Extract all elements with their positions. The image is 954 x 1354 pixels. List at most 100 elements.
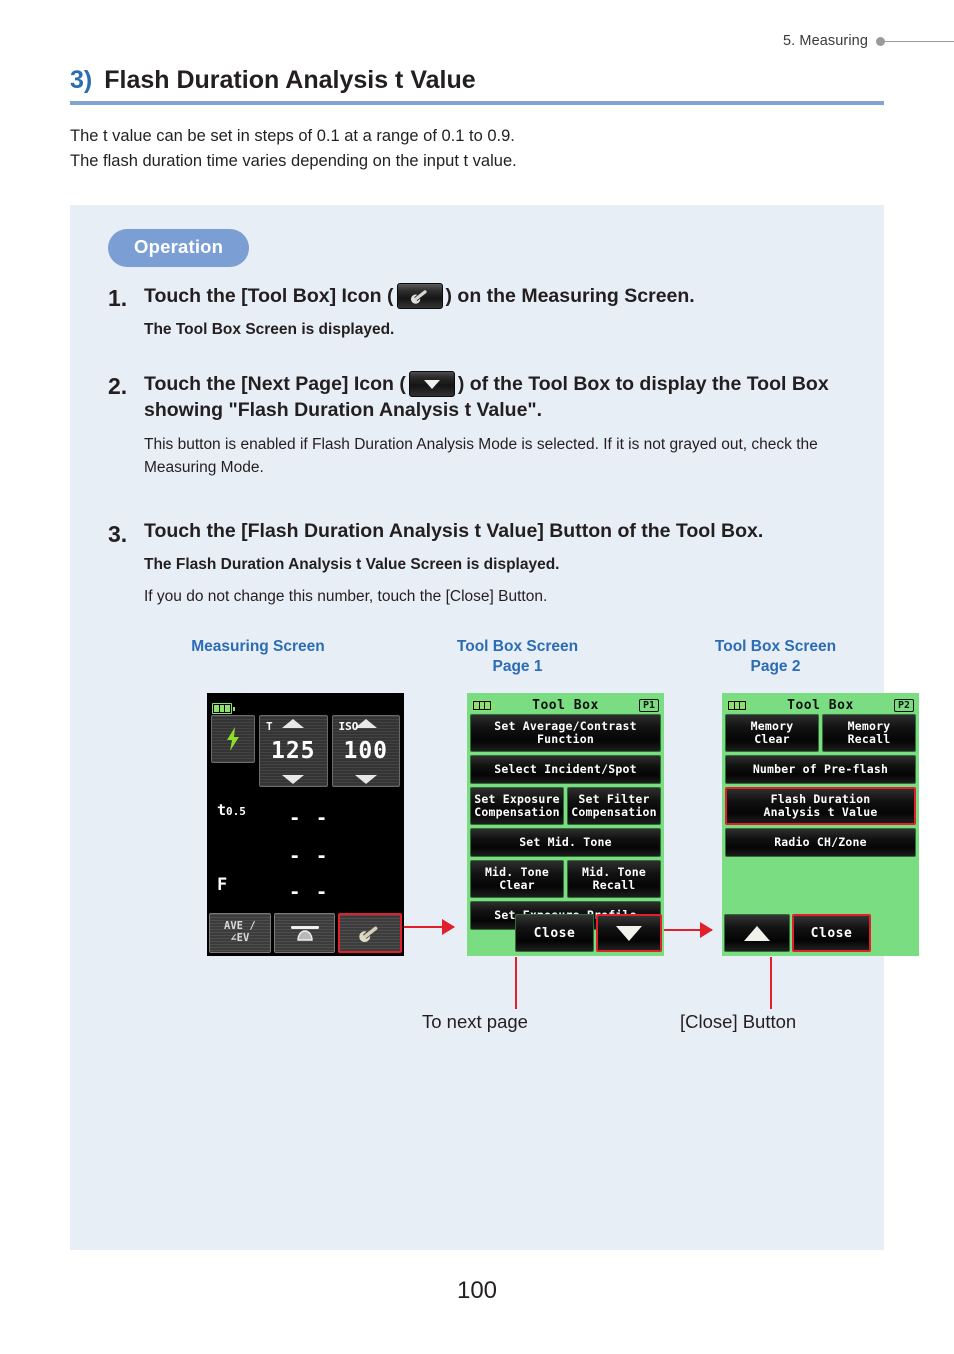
next-page-button[interactable] [596, 914, 662, 952]
iso-down-icon[interactable] [354, 775, 377, 784]
ave-ev-label: AVE / ∠EV [224, 920, 256, 945]
step-3-heading: Touch the [Flash Duration Analysis t Val… [144, 520, 764, 543]
toolbox-page2-buttons: Memory Clear Memory Recall Number of Pre… [722, 714, 919, 857]
step-1-heading: Touch the [Tool Box] Icon ( ) on the Meas… [144, 283, 856, 310]
toolbox-row: Number of Pre-flash [725, 755, 916, 784]
triangle-up-icon [744, 925, 770, 941]
set-mid-tone-button[interactable]: Set Mid. Tone [470, 828, 661, 857]
t-value: 0.5 [226, 805, 246, 818]
steps-list: 1. Touch the [Tool Box] Icon ( ) on the M… [108, 283, 856, 609]
ave-ev-line-2: ∠EV [230, 932, 250, 944]
iso-value: 100 [343, 738, 389, 764]
measuring-tiles: T 125 ISO 100 [211, 715, 400, 787]
shutter-up-icon[interactable] [282, 719, 305, 728]
battery-icon [727, 699, 750, 711]
toolbox-page1-mockup: Tool Box P1 Set Average/Contrast Functio… [467, 693, 664, 956]
step-1-heading-after: ) on the Measuring Screen. [445, 285, 695, 307]
toolbox-page2-tag: P2 [893, 698, 914, 712]
operation-panel: Operation 1. Touch the [Tool Box] Icon (… [70, 205, 919, 1250]
step-2-number: 2. [108, 373, 128, 400]
intro-paragraph: The t value can be set in steps of 0.1 a… [70, 124, 890, 174]
memory-recall-button[interactable]: Memory Recall [822, 714, 916, 752]
caption-toolbox-page1-line2: Page 1 [492, 658, 543, 676]
step-2-heading-before: Touch the [Next Page] Icon ( [144, 373, 406, 396]
toolbox-page2-footer: Close [722, 914, 919, 952]
measuring-screen-mockup: T 125 ISO 100 t0.5 - - - - F - - AVE / ∠… [207, 693, 404, 956]
flash-duration-analysis-t-value-button[interactable]: Flash Duration Analysis t Value [725, 787, 916, 825]
dome-sensor-button[interactable] [273, 913, 336, 953]
toolbox-row: Mid. Tone Clear Mid. Tone Recall [470, 860, 661, 898]
caption-toolbox-page1-line1: Tool Box Screen [456, 638, 579, 655]
set-filter-compensation-button[interactable]: Set Filter Compensation [567, 787, 661, 825]
close-button[interactable]: Close [792, 914, 871, 952]
page-number: 100 [456, 1277, 498, 1304]
title-number: 3) [70, 66, 93, 94]
previous-page-button[interactable] [724, 914, 790, 952]
leader-line-next-page [515, 957, 517, 1009]
step-3-subtext: If you do not change this number, touch … [144, 588, 548, 606]
step-2-heading: Touch the [Next Page] Icon () of the Too… [144, 371, 856, 423]
flash-mode-button[interactable] [211, 715, 255, 763]
arrow-page1-to-page2 [664, 929, 712, 931]
caption-measuring-screen: Measuring Screen [191, 638, 325, 655]
step-3-number: 3. [108, 521, 128, 548]
iso-stepper[interactable]: ISO 100 [331, 715, 400, 787]
shutter-down-icon[interactable] [282, 775, 305, 784]
annotation-to-next-page: To next page [422, 1011, 528, 1032]
readout-dash-1: - - [289, 807, 330, 829]
operation-badge: Operation [108, 229, 250, 267]
flash-bolt-icon [227, 727, 239, 751]
intro-line-1: The t value can be set in steps of 0.1 a… [70, 127, 515, 145]
number-of-preflash-button[interactable]: Number of Pre-flash [725, 755, 916, 784]
radio-ch-zone-button[interactable]: Radio CH/Zone [725, 828, 916, 857]
mid-tone-recall-button[interactable]: Mid. Tone Recall [567, 860, 661, 898]
step-2: 2. Touch the [Next Page] Icon () of the … [108, 371, 856, 479]
readout-dash-2: - - [289, 845, 330, 867]
ave-ev-button[interactable]: AVE / ∠EV [209, 913, 271, 953]
page-header: 5. Measuring [0, 28, 954, 54]
wrench-icon [396, 283, 443, 309]
toolbox-button[interactable] [338, 913, 403, 953]
caption-toolbox-page2: Tool Box Screen Page 2 [678, 637, 873, 677]
toolbox-row: Select Incident/Spot [470, 755, 661, 784]
measuring-bottom-bar: AVE / ∠EV [209, 913, 403, 953]
figure-screens: Measuring Screen Tool Box Screen Page 1 … [108, 637, 919, 1032]
header-rule [885, 40, 954, 42]
caption-toolbox-page1: Tool Box Screen Page 1 [420, 637, 615, 677]
mid-tone-clear-button[interactable]: Mid. Tone Clear [470, 860, 564, 898]
toolbox-row: Radio CH/Zone [725, 828, 916, 857]
set-exposure-compensation-button[interactable]: Set Exposure Compensation [470, 787, 564, 825]
caption-toolbox-page2-line2: Page 2 [750, 658, 801, 676]
toolbox-row: Flash Duration Analysis t Value [725, 787, 916, 825]
toolbox-row: Set Exposure Compensation Set Filter Com… [470, 787, 661, 825]
step-1: 1. Touch the [Tool Box] Icon ( ) on the M… [108, 283, 856, 341]
memory-clear-button[interactable]: Memory Clear [725, 714, 819, 752]
close-button[interactable]: Close [515, 914, 594, 952]
step-3: 3. Touch the [Flash Duration Analysis t … [108, 519, 856, 608]
toolbox-page2-header: Tool Box P2 [722, 693, 919, 714]
battery-icon [212, 703, 235, 714]
step-1-number: 1. [108, 285, 128, 311]
set-average-contrast-button[interactable]: Set Average/Contrast Function [470, 714, 661, 752]
toolbox-page1-header: Tool Box P1 [467, 693, 664, 714]
caption-toolbox-page2-line1: Tool Box Screen [714, 638, 837, 655]
leader-line-close-button [770, 957, 772, 1009]
toolbox-row: Memory Clear Memory Recall [725, 714, 916, 752]
shutter-speed-stepper[interactable]: T 125 [259, 715, 328, 787]
annotation-close-button: [Close] Button [680, 1011, 797, 1032]
step-3-subtext-bold: The Flash Duration Analysis t Value Scre… [144, 555, 560, 573]
step-1-heading-before: Touch the [Tool Box] Icon ( [144, 285, 394, 307]
toolbox-page1-title: Tool Box [532, 697, 599, 713]
toolbox-row: Set Mid. Tone [470, 828, 661, 857]
battery-icon [472, 699, 495, 711]
step-1-subtext: The Tool Box Screen is displayed. [144, 320, 395, 338]
ave-ev-line-1: AVE / [224, 920, 256, 933]
arrow-measuring-to-page1 [404, 926, 454, 928]
title-text: Flash Duration Analysis t Value [104, 66, 476, 94]
t-label: t [217, 801, 227, 819]
select-incident-spot-button[interactable]: Select Incident/Spot [470, 755, 661, 784]
intro-line-2: The flash duration time varies depending… [70, 152, 517, 171]
shutter-speed-label: T [266, 720, 273, 733]
toolbox-page1-buttons: Set Average/Contrast Function Select Inc… [467, 714, 664, 930]
header-dot-icon [876, 36, 885, 46]
